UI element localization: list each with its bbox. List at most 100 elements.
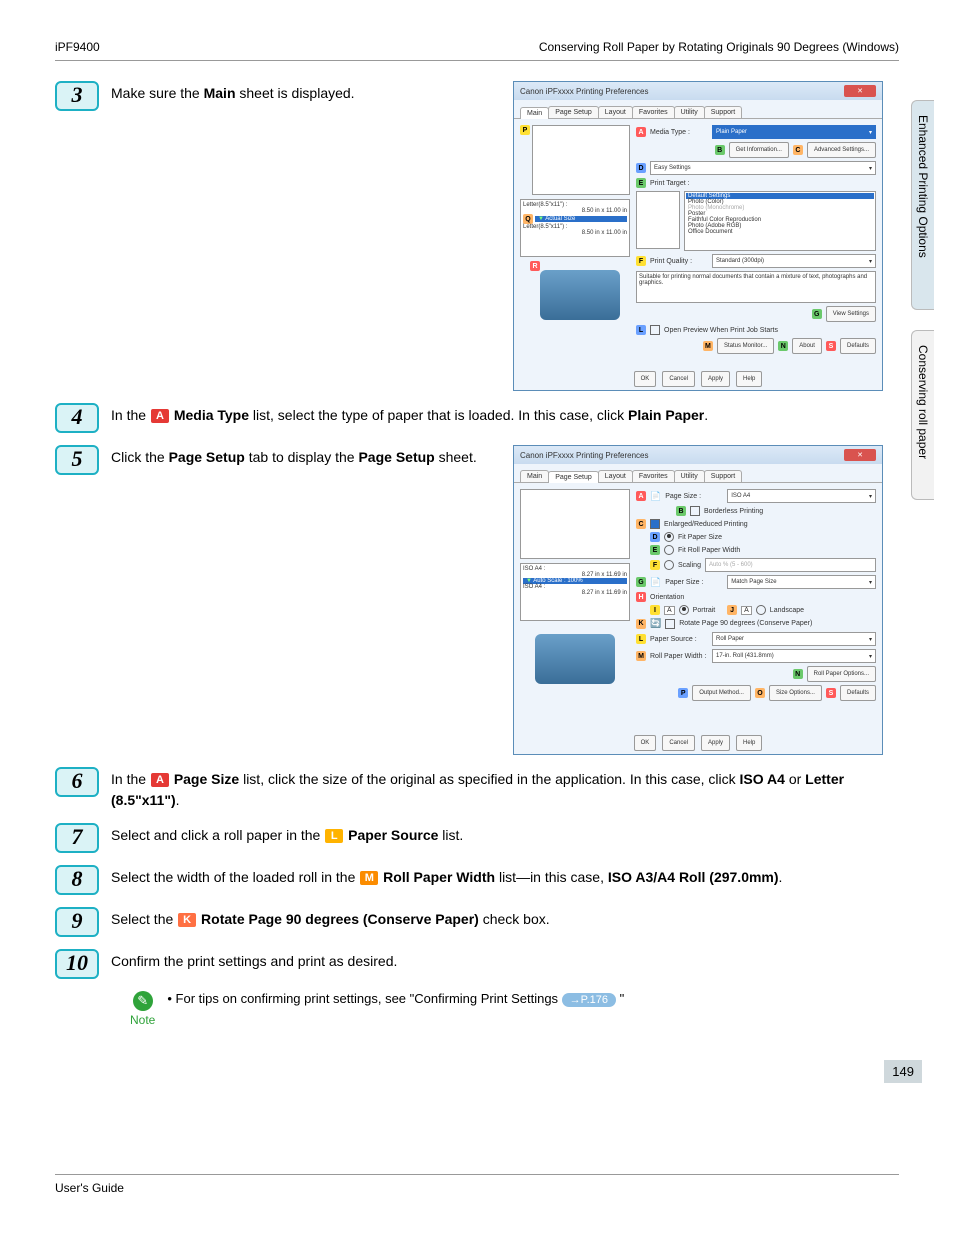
open-preview-checkbox[interactable] <box>650 325 660 335</box>
chevron-down-icon: ▾ <box>869 579 872 586</box>
easy-settings-select[interactable]: Easy Settings▾ <box>650 161 876 175</box>
tab-favorites[interactable]: Favorites <box>632 470 675 482</box>
media-type-select[interactable]: Plain Paper▾ <box>712 125 876 139</box>
fit-roll-radio[interactable] <box>664 545 674 555</box>
tab-utility[interactable]: Utility <box>674 106 705 118</box>
callout-l: L <box>636 325 646 335</box>
callout-d: D <box>650 532 660 542</box>
view-settings-button[interactable]: View Settings <box>826 306 876 322</box>
apply-button[interactable]: Apply <box>701 735 730 751</box>
rotate-90-checkbox[interactable] <box>665 619 675 629</box>
step-number: 8 <box>55 865 99 895</box>
tab-page-setup[interactable]: Page Setup <box>548 106 599 118</box>
close-icon[interactable]: ✕ <box>844 85 876 97</box>
callout-k: K <box>636 619 646 629</box>
callout-g: G <box>812 309 822 319</box>
callout-a-inline: A <box>151 409 169 423</box>
dialog-titlebar: Canon iPFxxxx Printing Preferences ✕ <box>514 82 882 100</box>
callout-c: C <box>793 145 803 155</box>
callout-j: J <box>727 605 737 615</box>
callout-m: M <box>636 651 646 661</box>
screenshot-main-sheet: Canon iPFxxxx Printing Preferences ✕ Mai… <box>513 81 883 391</box>
tab-support[interactable]: Support <box>704 470 743 482</box>
note-label: Note <box>130 1013 155 1027</box>
side-tab-conserving[interactable]: Conserving roll paper <box>911 330 934 500</box>
step-8: 8 Select the width of the loaded roll in… <box>55 865 899 895</box>
borderless-checkbox[interactable] <box>690 506 700 516</box>
step-4-text: In the A Media Type list, select the typ… <box>111 403 891 426</box>
roll-paper-options-button[interactable]: Roll Paper Options... <box>807 666 876 682</box>
output-method-button[interactable]: Output Method... <box>692 685 751 701</box>
defaults-button[interactable]: Defaults <box>840 338 876 354</box>
help-button[interactable]: Help <box>736 735 762 751</box>
dialog-footer: OK Cancel Apply Help <box>514 367 882 391</box>
dialog-tabs: Main Page Setup Layout Favorites Utility… <box>514 100 882 119</box>
tab-support[interactable]: Support <box>704 106 743 118</box>
step-7: 7 Select and click a roll paper in the L… <box>55 823 899 853</box>
scaling-radio[interactable] <box>664 560 674 570</box>
callout-a: A <box>636 127 646 137</box>
size-info: Letter(8.5"x11") :8.50 in x 11.00 in Q▼ … <box>520 199 630 257</box>
callout-e: E <box>650 545 660 555</box>
status-monitor-button[interactable]: Status Monitor... <box>717 338 774 354</box>
callout-f: F <box>636 256 646 266</box>
step-7-text: Select and click a roll paper in the L P… <box>111 823 891 846</box>
advanced-settings-button[interactable]: Advanced Settings... <box>807 142 876 158</box>
print-target-list[interactable]: Default Settings Photo (Color) Photo (Mo… <box>684 191 876 251</box>
apply-button[interactable]: Apply <box>701 371 730 387</box>
portrait-radio[interactable] <box>679 605 689 615</box>
chevron-down-icon: ▾ <box>869 129 872 136</box>
defaults-button[interactable]: Defaults <box>840 685 876 701</box>
quality-description: Suitable for printing normal documents t… <box>636 271 876 303</box>
about-button[interactable]: About <box>792 338 822 354</box>
size-info: ISO A4 :8.27 in x 11.69 in ▼ Auto Scale … <box>520 563 630 621</box>
chevron-down-icon: ▾ <box>869 165 872 172</box>
cancel-button[interactable]: Cancel <box>662 371 695 387</box>
callout-q: Q <box>523 214 533 224</box>
tab-layout[interactable]: Layout <box>598 106 633 118</box>
step-5-text: Click the Page Setup tab to display the … <box>111 445 501 468</box>
scaling-input[interactable]: Auto % (5 - 600) <box>705 558 876 572</box>
callout-g: G <box>636 577 646 587</box>
landscape-radio[interactable] <box>756 605 766 615</box>
callout-p: P <box>520 125 530 135</box>
callout-s: S <box>826 688 836 698</box>
chevron-down-icon: ▾ <box>869 493 872 500</box>
close-icon[interactable]: ✕ <box>844 449 876 461</box>
step-10: 10 Confirm the print settings and print … <box>55 949 899 979</box>
tab-utility[interactable]: Utility <box>674 470 705 482</box>
step-3-text: Make sure the Main sheet is displayed. <box>111 81 501 104</box>
chevron-down-icon: ▾ <box>869 653 872 660</box>
page-size-select[interactable]: ISO A4▾ <box>727 489 876 503</box>
callout-i: I <box>650 605 660 615</box>
roll-width-select[interactable]: 17-in. Roll (431.8mm)▾ <box>712 649 876 663</box>
print-quality-select[interactable]: Standard (300dpi)▾ <box>712 254 876 268</box>
page-reference-link[interactable]: →P.176 <box>562 993 616 1007</box>
get-information-button[interactable]: Get Information... <box>729 142 789 158</box>
chevron-down-icon: ▾ <box>869 258 872 265</box>
tab-page-setup[interactable]: Page Setup <box>548 471 599 483</box>
chevron-down-icon: ▾ <box>869 636 872 643</box>
callout-f: F <box>650 560 660 570</box>
paper-source-select[interactable]: Roll Paper▾ <box>712 632 876 646</box>
ok-button[interactable]: OK <box>634 371 657 387</box>
size-options-button[interactable]: Size Options... <box>769 685 822 701</box>
help-button[interactable]: Help <box>736 371 762 387</box>
enlarged-checkbox[interactable] <box>650 519 660 529</box>
cancel-button[interactable]: Cancel <box>662 735 695 751</box>
printer-illustration: R <box>520 261 630 329</box>
paper-size-select[interactable]: Match Page Size▾ <box>727 575 876 589</box>
side-tab-enhanced[interactable]: Enhanced Printing Options <box>911 100 934 310</box>
tab-layout[interactable]: Layout <box>598 470 633 482</box>
callout-l-inline: L <box>325 829 343 843</box>
callout-r: R <box>530 261 540 271</box>
step-number: 9 <box>55 907 99 937</box>
tab-favorites[interactable]: Favorites <box>632 106 675 118</box>
callout-a-inline: A <box>151 773 169 787</box>
callout-a: A <box>636 491 646 501</box>
tab-main[interactable]: Main <box>520 107 549 119</box>
tab-main[interactable]: Main <box>520 470 549 482</box>
fit-paper-radio[interactable] <box>664 532 674 542</box>
ok-button[interactable]: OK <box>634 735 657 751</box>
page-number: 149 <box>884 1060 922 1083</box>
